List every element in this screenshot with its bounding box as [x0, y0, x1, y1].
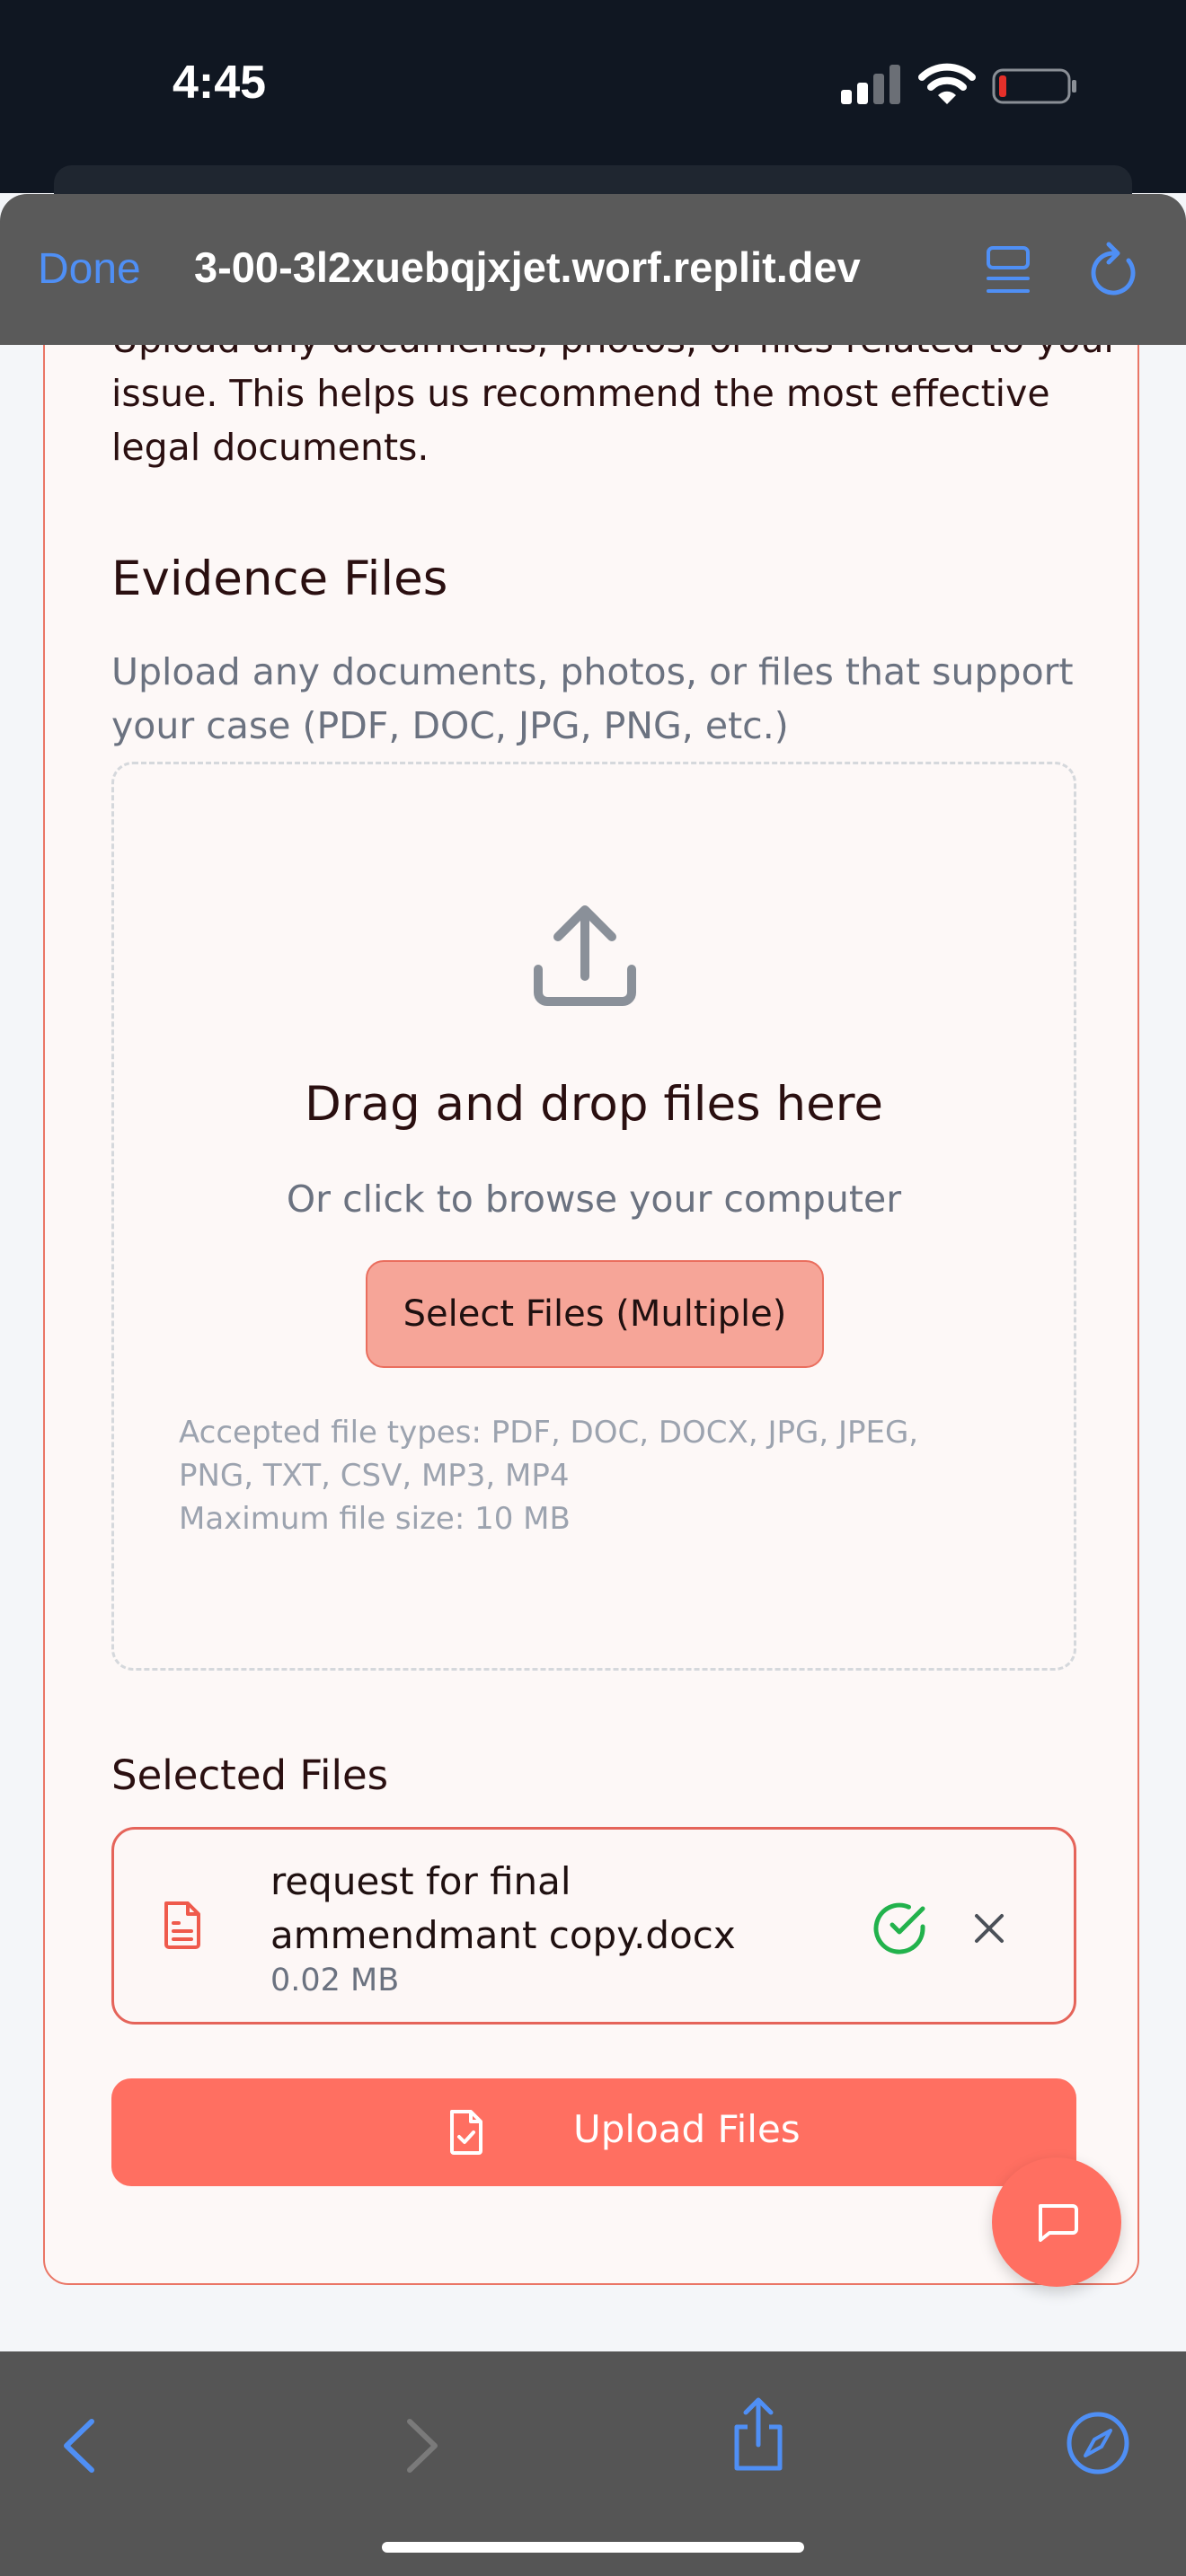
forward-icon[interactable]: [403, 2416, 442, 2475]
file-dropzone[interactable]: Drag and drop files here Or click to bro…: [111, 762, 1076, 1671]
intro-text: Upload any documents, photos, or files r…: [111, 345, 1119, 469]
select-files-button[interactable]: Select Files (Multiple): [366, 1260, 824, 1368]
evidence-description: Upload any documents, photos, or files t…: [111, 650, 1074, 747]
home-indicator: [382, 2542, 804, 2553]
upload-files-label: Upload Files: [573, 2107, 801, 2151]
file-name: request for final ammendmant copy.docx: [270, 1859, 736, 1957]
selected-files-title: Selected Files: [111, 1751, 389, 1799]
selected-file-item: request for final ammendmant copy.docx 0…: [111, 1827, 1076, 2025]
file-size: 0.02 MB: [270, 1963, 400, 1998]
wifi-icon: [918, 63, 976, 104]
evidence-title: Evidence Files: [111, 551, 448, 606]
page-content: Upload any documents, photos, or files r…: [0, 345, 1186, 2351]
file-requirements: Accepted file types: PDF, DOC, DOCX, JPG…: [179, 1411, 987, 1540]
compass-icon[interactable]: [1066, 2411, 1130, 2475]
chat-button[interactable]: [992, 2157, 1121, 2287]
done-button[interactable]: Done: [38, 244, 141, 294]
max-file-size: Maximum file size: 10 MB: [179, 1501, 571, 1537]
upload-files-button[interactable]: Upload Files: [111, 2078, 1076, 2186]
remove-file-icon[interactable]: [968, 1907, 1011, 1950]
dropzone-title: Drag and drop files here: [305, 1077, 883, 1132]
url-field[interactable]: 3-00-3l2xuebqjxjet.worf.replit.dev: [194, 243, 949, 292]
battery-low-icon: [992, 68, 1076, 104]
upload-card: Upload any documents, photos, or files r…: [43, 345, 1139, 2285]
signal-icon: [841, 65, 900, 104]
file-check-icon: [450, 2110, 482, 2155]
upload-icon: [534, 905, 636, 1006]
share-icon[interactable]: [728, 2396, 789, 2474]
dropzone-subtitle: Or click to browse your computer: [286, 1178, 902, 1221]
browser-bottom-bar: [0, 2351, 1186, 2576]
status-bar: 4:45: [0, 0, 1186, 201]
chat-icon: [1039, 2204, 1078, 2242]
reload-icon[interactable]: [1089, 241, 1139, 296]
status-time: 4:45: [173, 57, 267, 109]
document-icon: [164, 1901, 200, 1949]
reader-icon[interactable]: [985, 244, 1031, 296]
check-circle-icon: [873, 1902, 925, 1954]
back-icon[interactable]: [59, 2416, 99, 2475]
accepted-file-types: Accepted file types: PDF, DOC, DOCX, JPG…: [179, 1415, 919, 1494]
